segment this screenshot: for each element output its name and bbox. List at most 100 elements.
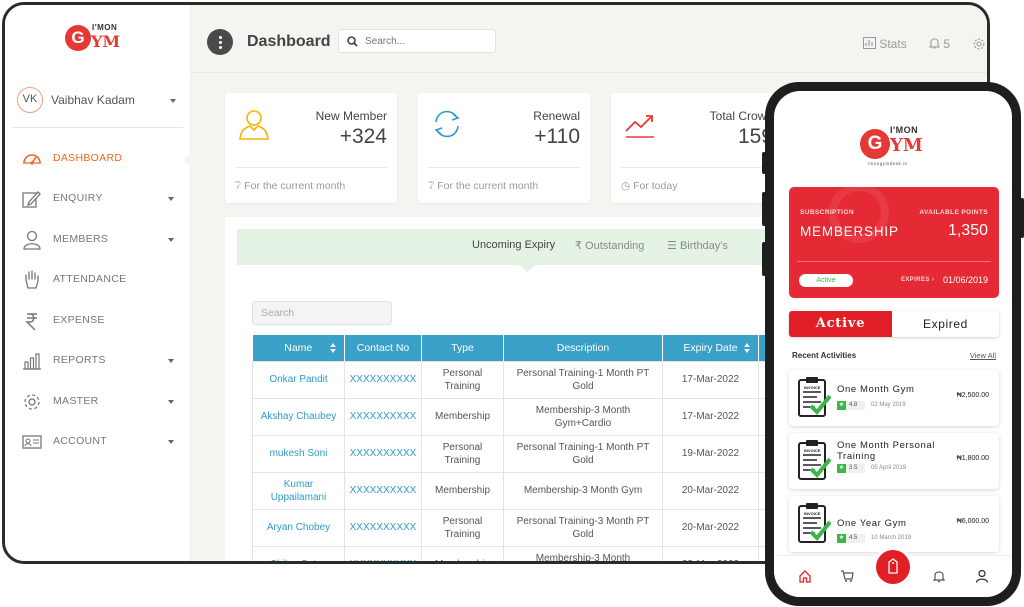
membership-type: Personal Training bbox=[421, 508, 504, 547]
search-input[interactable] bbox=[365, 33, 489, 49]
subscription-card[interactable]: SUBSCRIPTION AVAILABLE POINTS MEMBERSHIP… bbox=[789, 187, 999, 298]
member-name-link[interactable]: Kumar Uppailamani bbox=[252, 471, 345, 510]
phone-side-button bbox=[762, 192, 766, 226]
help-circle-icon: ❔︎ bbox=[428, 180, 435, 192]
sort-icon[interactable] bbox=[330, 343, 336, 353]
column-header-description[interactable]: Description bbox=[503, 335, 663, 361]
stat-value: +324 bbox=[339, 125, 387, 148]
id-card-icon bbox=[22, 435, 42, 449]
member-name-link[interactable]: mukesh Soni bbox=[252, 434, 345, 473]
search-icon bbox=[347, 36, 358, 47]
sidebar-item-reports[interactable]: REPORTS bbox=[5, 341, 191, 381]
member-name-link[interactable]: Onkar Pandit bbox=[252, 360, 345, 399]
logo-main-text: YM bbox=[91, 32, 121, 51]
search-field[interactable] bbox=[338, 29, 496, 53]
table-body: Onkar Pandit XXXXXXXXXX Personal Trainin… bbox=[252, 360, 775, 561]
sidebar-item-dashboard[interactable]: DASHBOARD bbox=[5, 139, 192, 179]
stat-card-new-member[interactable]: New Member +324 ❔︎ For the current month bbox=[225, 93, 397, 203]
activity-title: One Month Personal Training bbox=[837, 440, 935, 462]
sidebar-item-members[interactable]: MEMBERS bbox=[5, 220, 191, 260]
sidebar-item-attendance[interactable]: ATTENDANCE bbox=[5, 260, 191, 300]
toggle-expired[interactable]: Expired bbox=[892, 311, 999, 337]
user-icon bbox=[23, 230, 41, 250]
sidebar-item-expense[interactable]: EXPENSE bbox=[5, 301, 191, 341]
activity-price: ₦6,000.00 bbox=[956, 518, 989, 525]
table-search-input[interactable]: Search bbox=[252, 301, 392, 325]
contact-number[interactable]: XXXXXXXXXX bbox=[344, 471, 422, 510]
points-label: AVAILABLE POINTS bbox=[919, 209, 988, 216]
expiry-date: 20-Mar-2022 bbox=[662, 508, 759, 547]
notification-count: 5 bbox=[943, 37, 951, 51]
stat-card-renewal[interactable]: Renewal +110 ❔︎ For the current month bbox=[418, 93, 590, 203]
invoice-label: INVOICE bbox=[804, 511, 821, 516]
toggle-active[interactable]: Active bbox=[789, 311, 892, 337]
stat-title: New Member bbox=[315, 109, 387, 123]
column-header-expiry-date[interactable]: Expiry Date bbox=[662, 335, 759, 361]
stat-card-total-crowd[interactable]: Total Crowd 159 ◷ For today bbox=[611, 93, 783, 203]
table-row: Shilpa Satav XXXXXXXXXX Membership Membe… bbox=[252, 545, 775, 561]
expires-label: EXPIRES › bbox=[901, 277, 935, 283]
user-menu[interactable]: VK Vaibhav Kadam bbox=[15, 85, 183, 117]
user-name: Vaibhav Kadam bbox=[51, 93, 135, 107]
center-action-button[interactable] bbox=[876, 550, 910, 584]
help-circle-icon: ❔︎ bbox=[235, 180, 242, 192]
contact-number[interactable]: XXXXXXXXXX bbox=[344, 508, 422, 547]
member-name-link[interactable]: Shilpa Satav bbox=[252, 545, 345, 561]
sidebar-item-enquiry[interactable]: ENQUIRY bbox=[5, 179, 191, 219]
table-row: Akshay Chaubey XXXXXXXXXX Membership Mem… bbox=[252, 397, 775, 436]
activity-price: ₦1,800.00 bbox=[956, 455, 989, 462]
sidebar-item-account[interactable]: ACCOUNT bbox=[5, 422, 191, 462]
bell-icon[interactable] bbox=[932, 569, 946, 583]
contact-number[interactable]: XXXXXXXXXX bbox=[344, 397, 422, 436]
member-name-link[interactable]: Akshay Chaubey bbox=[252, 397, 345, 436]
rating-value: 3.5 bbox=[849, 465, 858, 471]
activity-card[interactable]: INVOICE One Year Gym ★ 4.5 10 March 2019 … bbox=[789, 496, 999, 552]
contact-number[interactable]: XXXXXXXXXX bbox=[344, 360, 422, 399]
tab-upcoming-expiry[interactable]: Uncoming Expiry bbox=[472, 239, 555, 251]
member-name-link[interactable]: Aryan Chobey bbox=[252, 508, 345, 547]
stats-button[interactable]: Stats bbox=[863, 37, 907, 51]
column-header-contact[interactable]: Contact No bbox=[344, 335, 422, 361]
expiry-panel: Uncoming Expiry ₹ Outstanding ☰ Birthday… bbox=[225, 217, 785, 561]
plan-description: Membership-3 Month Gym bbox=[503, 471, 663, 510]
contact-number[interactable]: XXXXXXXXXX bbox=[344, 434, 422, 473]
app-logo[interactable]: G I'MON YM bbox=[65, 23, 125, 57]
contact-number[interactable]: XXXXXXXXXX bbox=[344, 545, 422, 561]
rupee-icon bbox=[25, 313, 37, 331]
sidebar-item-master[interactable]: MASTER bbox=[5, 382, 191, 422]
table-header-row: Name Contact No Type Description Expiry … bbox=[252, 335, 775, 361]
sidebar-item-label: ENQUIRY bbox=[53, 192, 103, 204]
divider bbox=[428, 167, 580, 168]
home-icon[interactable] bbox=[798, 569, 812, 583]
stat-value: +110 bbox=[534, 125, 580, 148]
stat-title: Renewal bbox=[533, 109, 580, 123]
activity-card[interactable]: INVOICE One Month Personal Training ★ 3.5… bbox=[789, 433, 999, 489]
status-badge: Active bbox=[799, 274, 853, 287]
tab-outstanding[interactable]: ₹ Outstanding bbox=[575, 239, 644, 252]
cart-icon[interactable] bbox=[840, 569, 854, 583]
activity-title: One Month Gym bbox=[837, 384, 915, 395]
rating-value: 4.5 bbox=[849, 535, 858, 541]
table-row: mukesh Soni XXXXXXXXXX Personal Training… bbox=[252, 434, 775, 473]
membership-type: Membership bbox=[421, 397, 504, 436]
activity-card[interactable]: INVOICE One Month Gym ★ 4.8 02 May 2019 ₦… bbox=[789, 370, 999, 426]
profile-icon[interactable] bbox=[975, 569, 989, 583]
tab-birthdays[interactable]: ☰ Birthday's bbox=[667, 239, 728, 252]
edit-icon bbox=[22, 191, 41, 208]
view-all-link[interactable]: View All bbox=[970, 351, 996, 360]
membership-type: Personal Training bbox=[421, 434, 504, 473]
column-header-name[interactable]: Name bbox=[252, 335, 345, 361]
settings-gear-icon[interactable] bbox=[973, 38, 985, 50]
sort-icon[interactable] bbox=[744, 343, 750, 353]
tag-icon bbox=[888, 558, 898, 574]
more-menu-icon[interactable] bbox=[207, 29, 233, 55]
stat-footer-text: For the current month bbox=[437, 180, 539, 192]
notifications-button[interactable]: 5 bbox=[928, 37, 951, 51]
stage: G I'MON YM VK Vaibhav Kadam DASHBOARD EN… bbox=[0, 0, 1024, 607]
column-header-type[interactable]: Type bbox=[421, 335, 504, 361]
column-header-label: Expiry Date bbox=[683, 341, 738, 354]
phone-side-button bbox=[762, 242, 766, 276]
plan-description: Membership-3 Month Gym+Cardio bbox=[503, 545, 663, 561]
stat-footer: ❔︎ For the current month bbox=[235, 180, 345, 193]
stat-footer: ❔︎ For the current month bbox=[428, 180, 538, 193]
